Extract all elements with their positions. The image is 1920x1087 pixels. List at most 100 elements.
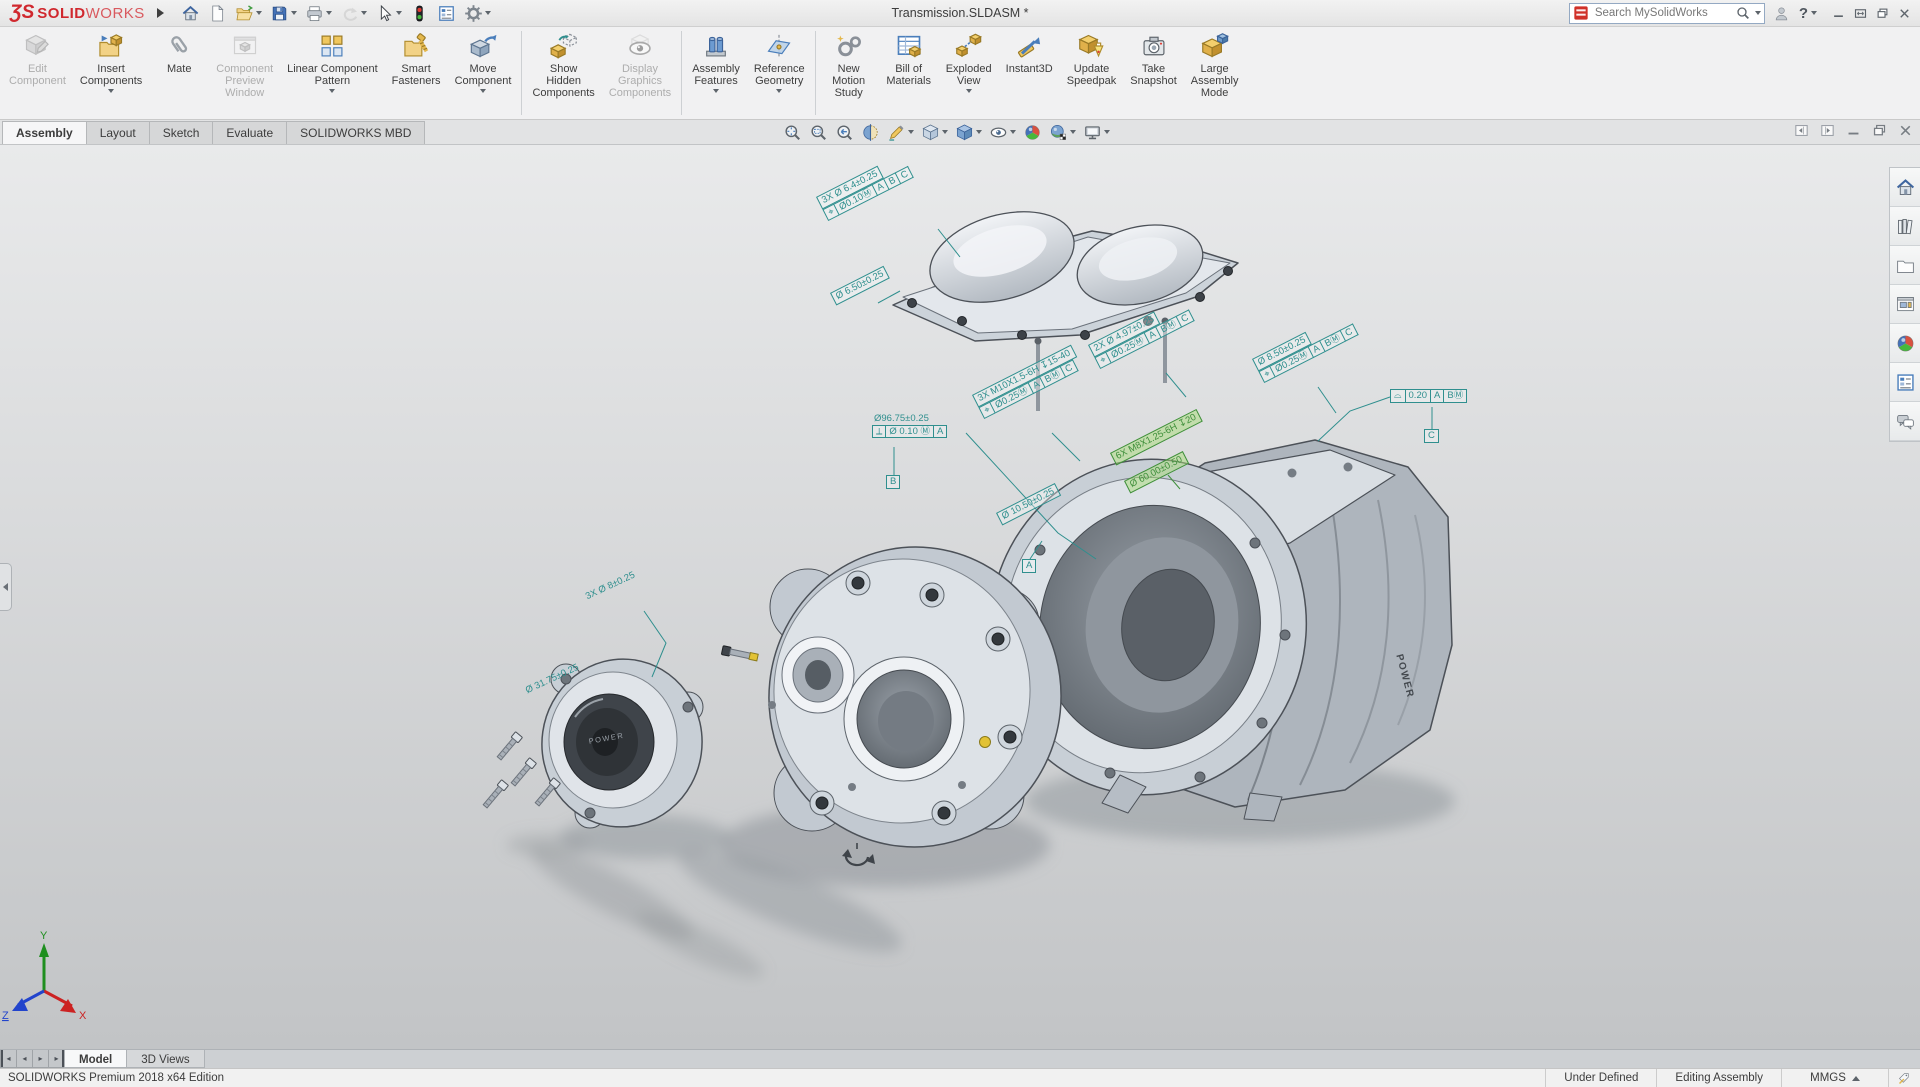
component-preview-window-button[interactable]: Component Preview Window — [209, 27, 280, 119]
doc-minimize-button[interactable] — [1845, 122, 1862, 139]
dropdown-caret-icon[interactable] — [776, 89, 782, 93]
display-style-button[interactable] — [954, 122, 983, 143]
solidworks-resources-tab[interactable] — [1890, 168, 1920, 207]
doc-restore-button[interactable] — [1871, 122, 1888, 139]
mate-button[interactable]: Mate — [149, 27, 209, 119]
apply-scene-button[interactable] — [1048, 122, 1077, 143]
fcf-mounting-face[interactable]: ⌓0.20ABⓂ — [1390, 389, 1467, 403]
solidworks-forum-tab[interactable] — [1890, 402, 1920, 441]
search-icon[interactable] — [1735, 5, 1751, 21]
reference-geometry-button[interactable]: Reference Geometry — [747, 27, 812, 119]
menu-flyout-arrow[interactable] — [157, 8, 164, 18]
previous-document-button[interactable] — [1793, 122, 1810, 139]
login-button[interactable] — [1773, 5, 1790, 22]
tab-assembly[interactable]: Assembly — [2, 121, 87, 144]
note-main-bore[interactable]: Ø96.75±0.25⟂Ø 0.10 ⓂA — [872, 413, 947, 438]
note-flange-holes[interactable]: Ø 10.50±0.25 — [996, 483, 1061, 525]
tab-solidworks-mbd[interactable]: SOLIDWORKS MBD — [286, 121, 425, 144]
dropdown-caret-icon[interactable] — [908, 130, 914, 134]
search-input[interactable] — [1593, 6, 1731, 20]
note-cap-holes[interactable]: 3X Ø 8±0.25 — [582, 569, 639, 604]
display-graphics-components-button[interactable]: Display Graphics Components — [602, 27, 678, 119]
file-explorer-tab[interactable] — [1890, 246, 1920, 285]
dropdown-caret-icon[interactable] — [713, 89, 719, 93]
note-cover-stud[interactable]: Ø 6.50±0.25 — [830, 266, 890, 305]
show-hidden-components-button[interactable]: Show Hidden Components — [525, 27, 601, 119]
hide-show-items-button[interactable] — [988, 122, 1017, 143]
undo-button[interactable] — [337, 2, 370, 25]
dropdown-caret-icon[interactable] — [396, 11, 402, 15]
edit-component-button[interactable]: Edit Component — [2, 27, 73, 119]
featuremanager-collapsed-tab[interactable] — [0, 563, 12, 611]
bill-of-materials-button[interactable]: Bill of Materials — [879, 27, 939, 119]
tab-sketch[interactable]: Sketch — [149, 121, 214, 144]
section-view-button[interactable] — [860, 122, 881, 143]
dropdown-caret-icon[interactable] — [942, 130, 948, 134]
take-snapshot-button[interactable]: Take Snapshot — [1123, 27, 1183, 119]
dropdown-caret-icon[interactable] — [256, 11, 262, 15]
zoom-to-area-button[interactable] — [808, 122, 829, 143]
dropdown-caret-icon[interactable] — [326, 11, 332, 15]
dropdown-caret-icon[interactable] — [1070, 130, 1076, 134]
last-window-button[interactable]: ▸ — [48, 1050, 65, 1068]
search-box[interactable] — [1569, 3, 1765, 24]
search-scope-caret-icon[interactable] — [1755, 11, 1761, 15]
dropdown-caret-icon[interactable] — [485, 11, 491, 15]
update-speedpak-button[interactable]: Update Speedpak — [1060, 27, 1124, 119]
insert-components-button[interactable]: Insert Components — [73, 27, 149, 119]
note-cap-bore[interactable]: Ø 31.75±0.25 — [522, 661, 583, 697]
dropdown-caret-icon[interactable] — [1010, 130, 1016, 134]
doc-tab-3d-views[interactable]: 3D Views — [126, 1050, 204, 1068]
view-palette-tab[interactable] — [1890, 285, 1920, 324]
annotation-views-button[interactable] — [886, 122, 915, 143]
large-assembly-mode-button[interactable]: Large Assembly Mode — [1184, 27, 1246, 119]
dropdown-caret-icon[interactable] — [1104, 130, 1110, 134]
dropdown-caret-icon[interactable] — [976, 130, 982, 134]
custom-properties-tab[interactable] — [1890, 363, 1920, 402]
edit-appearance-button[interactable] — [1022, 122, 1043, 143]
dropdown-caret-icon[interactable] — [361, 11, 367, 15]
dim-bolt-circle[interactable]: 6X M8X1.25-6H ↧20 — [1110, 409, 1202, 465]
save-button[interactable] — [267, 2, 300, 25]
assembly-features-button[interactable]: Assembly Features — [685, 27, 747, 119]
performance-button[interactable] — [407, 2, 432, 25]
linear-component-pattern-button[interactable]: Linear Component Pattern — [280, 27, 385, 119]
instant3d-button[interactable]: Instant3D — [999, 27, 1060, 119]
view-orientation-button[interactable] — [920, 122, 949, 143]
previous-view-button[interactable] — [834, 122, 855, 143]
tag-button[interactable] — [1888, 1069, 1920, 1087]
minimize-button[interactable] — [1831, 6, 1846, 21]
dropdown-caret-icon[interactable] — [291, 11, 297, 15]
doc-tab-model[interactable]: Model — [64, 1050, 127, 1068]
datum-a[interactable]: A — [1022, 559, 1036, 573]
appearances-scenes-tab[interactable] — [1890, 324, 1920, 363]
new-document-button[interactable] — [205, 2, 230, 25]
help-button[interactable]: ? — [1798, 5, 1817, 22]
note-cover-pins[interactable]: 2X Ø 4.97±0.25⌖Ø0.25ⓂABⓂC — [1088, 297, 1195, 369]
smart-fasteners-button[interactable]: Smart Fasteners — [385, 27, 448, 119]
note-tapped-holes[interactable]: 3X M10X1.5-6H ↧15-40⌖Ø0.25ⓂABⓂC — [972, 345, 1083, 419]
note-dowel-holes[interactable]: Ø 8.50±0.25⌖Ø0.25ⓂABⓂC — [1252, 311, 1359, 383]
next-document-button[interactable] — [1819, 122, 1836, 139]
exploded-view-button[interactable]: Exploded View — [939, 27, 999, 119]
tab-layout[interactable]: Layout — [86, 121, 150, 144]
datum-b[interactable]: B — [886, 475, 900, 489]
print-button[interactable] — [302, 2, 335, 25]
note-cover-holes[interactable]: 3X Ø 6.4±0.25⌖Ø0.10ⓂABC — [816, 153, 914, 221]
datum-c[interactable]: C — [1424, 429, 1439, 443]
settings-button[interactable] — [461, 2, 494, 25]
new-motion-study-button[interactable]: New Motion Study — [819, 27, 879, 119]
dim-bore-depth[interactable]: Ø 60.00±0.50 — [1124, 451, 1189, 493]
restore-button[interactable] — [1875, 6, 1890, 21]
home-button[interactable] — [178, 2, 203, 25]
dropdown-caret-icon[interactable] — [329, 89, 335, 93]
dropdown-caret-icon[interactable] — [480, 89, 486, 93]
next-window-button[interactable]: ▸ — [32, 1050, 49, 1068]
select-button[interactable] — [372, 2, 405, 25]
first-window-button[interactable]: ◂ — [0, 1050, 17, 1068]
dropdown-caret-icon[interactable] — [108, 89, 114, 93]
fullscreen-button[interactable] — [1853, 6, 1868, 21]
zoom-to-fit-button[interactable] — [782, 122, 803, 143]
previous-window-button[interactable]: ◂ — [16, 1050, 33, 1068]
doc-close-button[interactable] — [1897, 122, 1914, 139]
